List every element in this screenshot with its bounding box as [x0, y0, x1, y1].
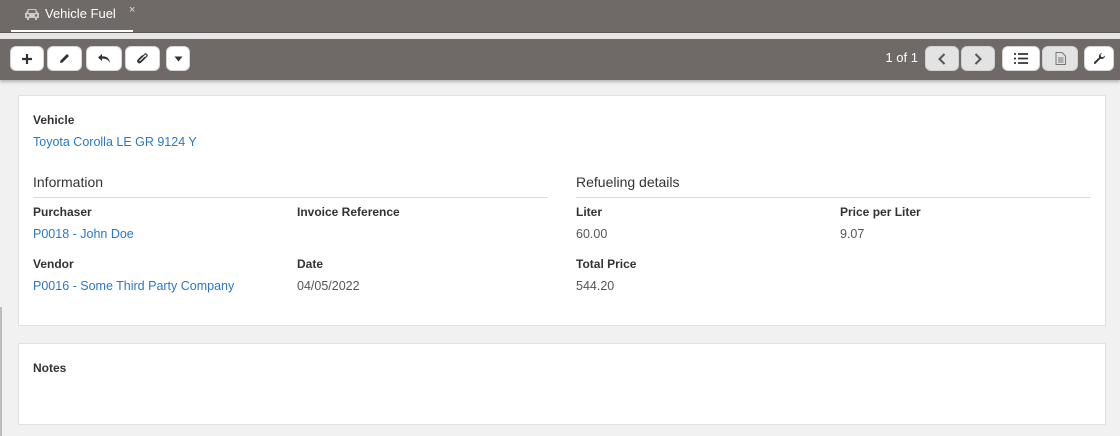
- price-per-liter-value: 9.07: [840, 227, 865, 241]
- purchaser-link[interactable]: P0018 - John Doe: [33, 227, 134, 242]
- vendor-label: Vendor: [33, 257, 74, 271]
- notes-label: Notes: [33, 361, 67, 375]
- record-panel: Vehicle Toyota Corolla LE GR 9124 Y Info…: [18, 95, 1106, 326]
- total-price-value: 544.20: [576, 279, 615, 293]
- settings-button[interactable]: [1084, 46, 1114, 71]
- date-label: Date: [297, 257, 324, 271]
- next-record-button[interactable]: [961, 46, 995, 71]
- document-icon: [1055, 52, 1066, 65]
- tab-vehicle-fuel[interactable]: Vehicle Fuel ×: [11, 0, 135, 33]
- vehicle-label: Vehicle: [33, 113, 75, 127]
- toolbar: 1 of 1: [0, 39, 1120, 80]
- vendor-link[interactable]: P0016 - Some Third Party Company: [33, 279, 234, 294]
- add-button[interactable]: [10, 46, 44, 71]
- previous-record-button[interactable]: [925, 46, 959, 71]
- attach-button[interactable]: [125, 46, 160, 71]
- undo-icon: [97, 54, 110, 63]
- purchaser-label: Purchaser: [33, 205, 92, 219]
- tab-bar: Vehicle Fuel ×: [0, 0, 1120, 33]
- information-divider: [33, 197, 548, 198]
- date-value: 04/05/2022: [297, 279, 360, 293]
- list-icon: [1014, 53, 1028, 64]
- pencil-icon: [60, 54, 69, 63]
- vehicle-link[interactable]: Toyota Corolla LE GR 9124 Y: [33, 135, 197, 150]
- invoice-reference-label: Invoice Reference: [297, 205, 400, 219]
- chevron-right-icon: [974, 52, 982, 65]
- liter-value: 60.00: [576, 227, 608, 241]
- close-icon[interactable]: ×: [129, 4, 135, 16]
- total-price-label: Total Price: [576, 257, 637, 271]
- list-view-button[interactable]: [1002, 46, 1040, 71]
- car-icon: [23, 7, 41, 21]
- information-section-title: Information: [33, 174, 104, 190]
- notes-panel: Notes: [18, 343, 1106, 425]
- plus-icon: [22, 53, 32, 64]
- edit-button[interactable]: [47, 46, 82, 71]
- chevron-left-icon: [938, 52, 946, 65]
- undo-button[interactable]: [86, 46, 122, 71]
- refueling-section-title: Refueling details: [576, 174, 680, 190]
- price-per-liter-label: Price per Liter: [840, 205, 921, 219]
- wrench-icon: [1093, 53, 1105, 64]
- pager-text: 1 of 1: [885, 50, 918, 65]
- liter-label: Liter: [576, 205, 603, 219]
- active-tab-indicator: [11, 30, 133, 32]
- paperclip-icon: [137, 52, 148, 63]
- tab-label: Vehicle Fuel: [45, 6, 116, 21]
- refueling-divider: [576, 197, 1091, 198]
- caret-down-icon: [174, 56, 182, 61]
- form-view-button[interactable]: [1042, 46, 1078, 71]
- more-dropdown-button[interactable]: [166, 46, 190, 71]
- left-edge-line: [0, 307, 2, 436]
